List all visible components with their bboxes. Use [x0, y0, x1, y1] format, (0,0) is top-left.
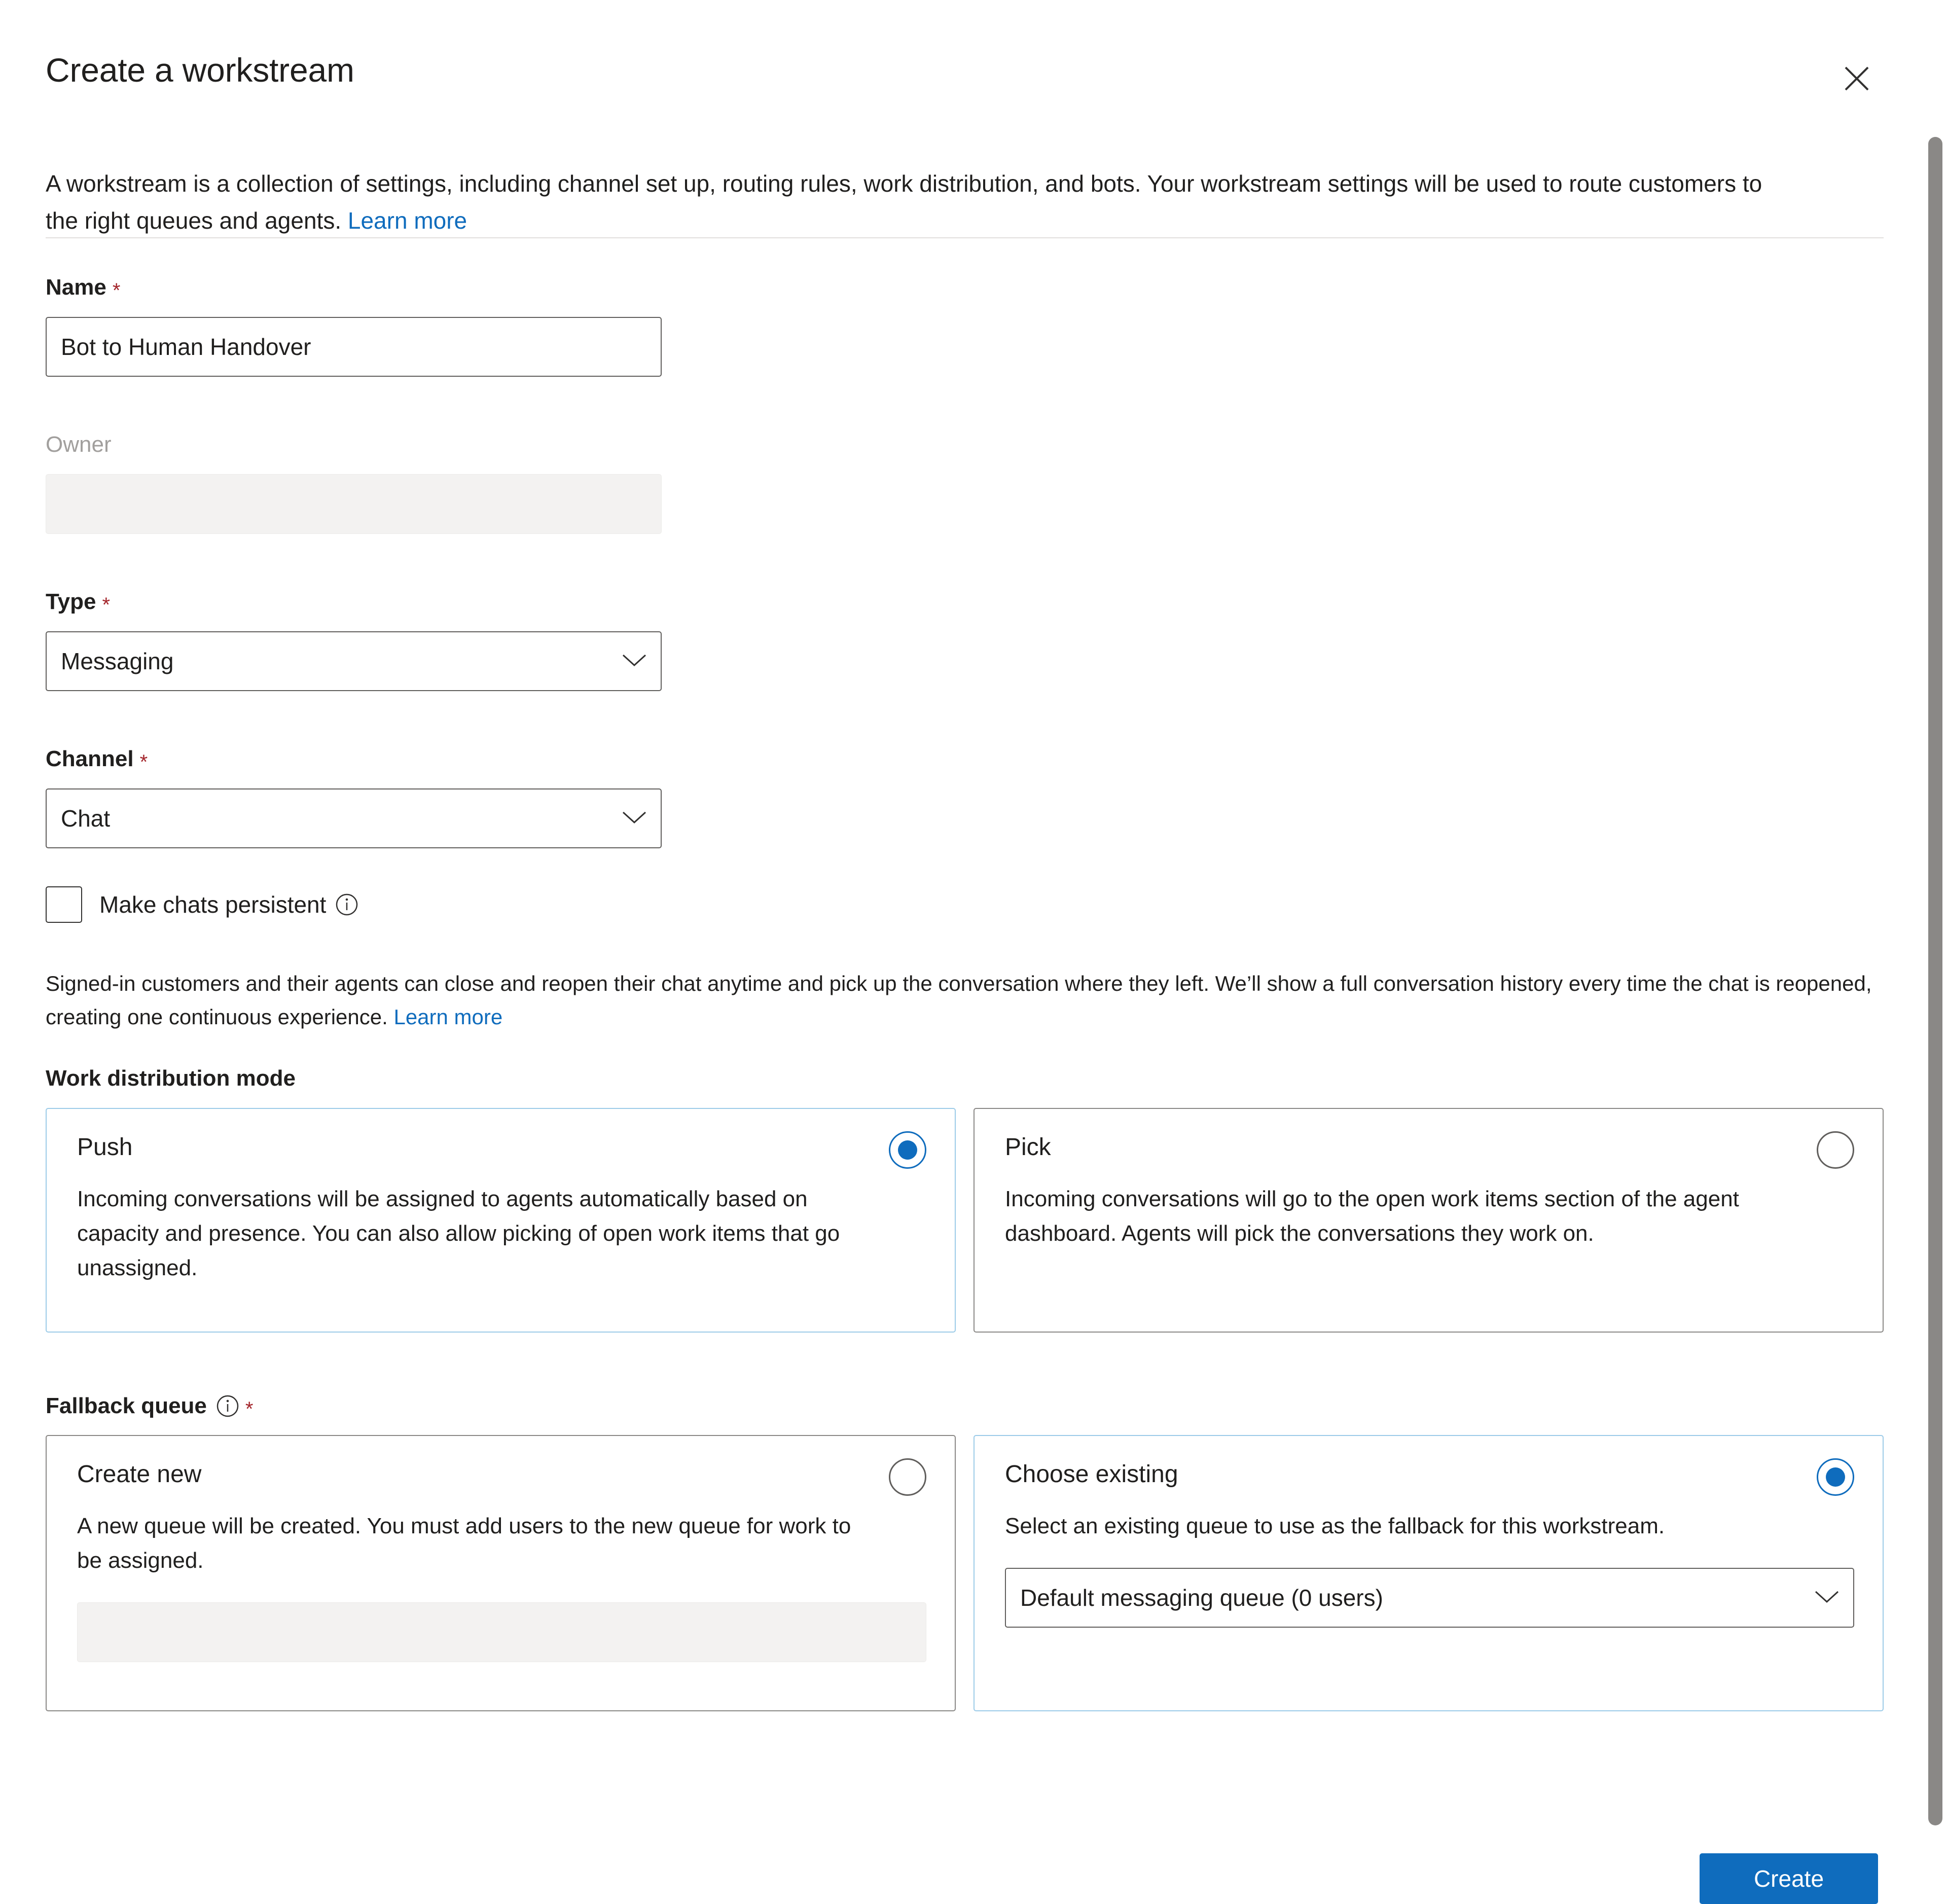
- intro-learn-more-link[interactable]: Learn more: [348, 207, 467, 234]
- fallback-queue-option-choose-existing[interactable]: Choose existing Select an existing queue…: [974, 1435, 1884, 1711]
- existing-queue-select-value: Default messaging queue (0 users): [1020, 1585, 1383, 1611]
- radio-choose-existing[interactable]: [1817, 1458, 1854, 1496]
- type-select-value: Messaging: [61, 648, 174, 674]
- fallback-queue-options: Create new A new queue will be created. …: [46, 1435, 1884, 1711]
- info-icon[interactable]: [216, 1394, 239, 1418]
- chevron-down-icon: [621, 809, 647, 828]
- channel-field-group: Channel * Chat: [46, 748, 662, 848]
- type-field-group: Type * Messaging: [46, 591, 662, 691]
- fallback-queue-heading-text: Fallback queue: [46, 1393, 207, 1418]
- chevron-down-icon: [1814, 1589, 1840, 1607]
- chevron-down-icon: [621, 652, 647, 671]
- work-distribution-option-pick[interactable]: Pick Incoming conversations will go to t…: [974, 1108, 1884, 1333]
- info-icon[interactable]: [335, 893, 358, 916]
- make-chats-persistent-row: Make chats persistent: [46, 886, 358, 923]
- name-label: Name *: [46, 275, 662, 302]
- option-title: Pick: [1005, 1134, 1051, 1161]
- owner-field-group: Owner: [46, 434, 662, 534]
- radio-create-new[interactable]: [889, 1458, 926, 1496]
- type-label-text: Type: [46, 589, 96, 614]
- page-title: Create a workstream: [46, 51, 354, 89]
- fallback-queue-option-create-new[interactable]: Create new A new queue will be created. …: [46, 1435, 956, 1711]
- dialog-description: A workstream is a collection of settings…: [46, 165, 1795, 239]
- option-title: Choose existing: [1005, 1461, 1178, 1488]
- new-queue-name-input: [77, 1602, 926, 1663]
- radio-push[interactable]: [889, 1131, 926, 1169]
- fallback-queue-heading: Fallback queue *: [46, 1393, 254, 1420]
- create-workstream-dialog: Create a workstream A workstream is a co…: [0, 0, 1947, 1904]
- type-select[interactable]: Messaging: [46, 631, 662, 691]
- work-distribution-options: Push Incoming conversations will be assi…: [46, 1108, 1884, 1333]
- owner-input: [46, 474, 662, 534]
- name-label-text: Name: [46, 275, 106, 300]
- channel-label-text: Channel: [46, 746, 134, 771]
- type-required-asterisk: *: [102, 594, 111, 616]
- header-divider: [46, 237, 1884, 238]
- channel-select[interactable]: Chat: [46, 788, 662, 848]
- make-chats-persistent-help-text: Signed-in customers and their agents can…: [46, 972, 1872, 1029]
- name-field-group: Name *: [46, 276, 662, 377]
- persistent-learn-more-link[interactable]: Learn more: [393, 1005, 502, 1029]
- close-icon: [1843, 64, 1871, 93]
- channel-label: Channel *: [46, 746, 662, 773]
- scrollbar-thumb[interactable]: [1928, 137, 1942, 1825]
- option-description: Incoming conversations will be assigned …: [77, 1187, 840, 1281]
- work-distribution-option-push[interactable]: Push Incoming conversations will be assi…: [46, 1108, 956, 1333]
- dialog-header: Create a workstream: [46, 53, 1881, 109]
- create-button[interactable]: Create: [1700, 1853, 1878, 1904]
- type-label: Type *: [46, 589, 662, 616]
- owner-label-text: Owner: [46, 432, 112, 457]
- name-input[interactable]: [46, 317, 662, 377]
- channel-required-asterisk: *: [139, 751, 148, 773]
- make-chats-persistent-checkbox[interactable]: [46, 886, 82, 923]
- option-description: Incoming conversations will go to the op…: [1005, 1187, 1739, 1246]
- fallback-queue-required-asterisk: *: [245, 1398, 254, 1420]
- make-chats-persistent-help: Signed-in customers and their agents can…: [46, 967, 1881, 1034]
- work-distribution-heading-text: Work distribution mode: [46, 1066, 296, 1091]
- owner-label: Owner: [46, 434, 662, 456]
- name-required-asterisk: *: [112, 279, 121, 302]
- channel-select-value: Chat: [61, 805, 111, 832]
- work-distribution-heading: Work distribution mode: [46, 1067, 296, 1090]
- close-button[interactable]: [1832, 54, 1881, 103]
- radio-pick[interactable]: [1817, 1131, 1854, 1169]
- scrollbar-track[interactable]: [1924, 127, 1947, 1851]
- dialog-description-text: A workstream is a collection of settings…: [46, 170, 1762, 234]
- existing-queue-select[interactable]: Default messaging queue (0 users): [1005, 1568, 1854, 1628]
- make-chats-persistent-label-text: Make chats persistent: [99, 891, 327, 918]
- option-description: Select an existing queue to use as the f…: [1005, 1514, 1665, 1538]
- option-title: Push: [77, 1134, 133, 1161]
- option-description: A new queue will be created. You must ad…: [77, 1514, 851, 1573]
- make-chats-persistent-label: Make chats persistent: [99, 893, 358, 916]
- option-title: Create new: [77, 1461, 202, 1488]
